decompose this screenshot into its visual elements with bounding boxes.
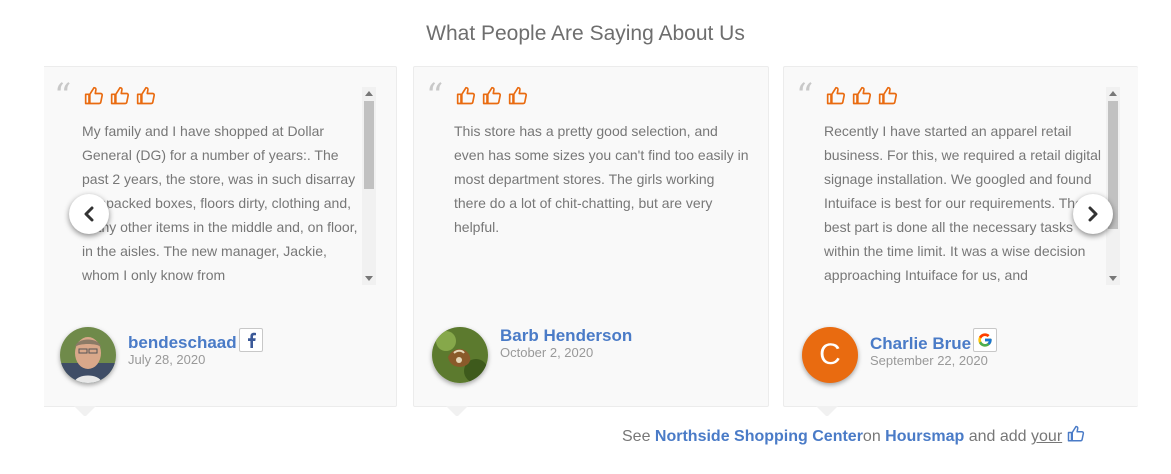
footer-line: See Northside Shopping Centeron Hoursmap… bbox=[622, 425, 1085, 446]
review-text: My family and I have shopped at Dollar G… bbox=[82, 123, 358, 283]
review-scrollbar[interactable] bbox=[1106, 87, 1120, 285]
review-date: September 22, 2020 bbox=[870, 353, 988, 368]
thumbs-up-icon bbox=[826, 86, 846, 105]
thumbs-up-icon bbox=[84, 86, 104, 105]
thumbs-up-icon bbox=[456, 86, 476, 105]
rating-thumbs bbox=[826, 86, 898, 106]
reviewer-name[interactable]: Charlie Brue bbox=[870, 334, 971, 354]
thumbs-up-icon[interactable] bbox=[1067, 425, 1085, 443]
footer-add: and add bbox=[964, 428, 1032, 445]
avatar: C bbox=[802, 327, 858, 383]
rating-thumbs bbox=[84, 86, 156, 106]
reviewer-name[interactable]: bendeschaad bbox=[128, 333, 237, 353]
thumbs-up-icon bbox=[482, 86, 502, 105]
avatar bbox=[432, 327, 488, 383]
scroll-down-icon[interactable] bbox=[365, 276, 373, 281]
hoursmap-link[interactable]: Hoursmap bbox=[885, 428, 964, 445]
place-link[interactable]: Northside Shopping Center bbox=[655, 428, 863, 445]
avatar bbox=[60, 327, 116, 383]
review-date: October 2, 2020 bbox=[500, 345, 594, 360]
review-card: “ This store has a pretty good selection… bbox=[413, 66, 769, 416]
chevron-left-icon bbox=[84, 206, 94, 222]
review-date: July 28, 2020 bbox=[128, 352, 206, 367]
footer-on: on bbox=[862, 428, 886, 445]
scroll-up-icon[interactable] bbox=[1109, 91, 1117, 96]
thumbs-up-icon bbox=[852, 86, 872, 105]
reviewer-name[interactable]: Barb Henderson bbox=[500, 326, 632, 346]
rating-thumbs bbox=[456, 86, 528, 106]
scrollbar-thumb[interactable] bbox=[364, 101, 374, 189]
add-review-link[interactable]: your bbox=[1031, 428, 1062, 445]
thumbs-up-icon bbox=[878, 86, 898, 105]
prev-button[interactable] bbox=[69, 194, 109, 234]
footer-see: See bbox=[622, 428, 655, 445]
scroll-down-icon[interactable] bbox=[1109, 276, 1117, 281]
quote-icon: “ bbox=[796, 76, 813, 116]
quote-icon: “ bbox=[54, 76, 71, 116]
quote-icon: “ bbox=[426, 76, 443, 116]
section-heading: What People Are Saying About Us bbox=[426, 22, 745, 45]
review-text: This store has a pretty good selection, … bbox=[454, 123, 749, 235]
thumbs-up-icon bbox=[110, 86, 130, 105]
next-button[interactable] bbox=[1073, 194, 1113, 234]
review-card: “ Recently I have started an apparel ret… bbox=[783, 66, 1138, 416]
reviews-carousel: “ My family and I have shopped at Dollar… bbox=[44, 66, 1138, 416]
review-card: “ My family and I have shopped at Dollar… bbox=[44, 66, 397, 416]
thumbs-up-icon bbox=[508, 86, 528, 105]
facebook-icon[interactable] bbox=[239, 328, 263, 352]
review-scrollbar[interactable] bbox=[362, 87, 376, 285]
thumbs-up-icon bbox=[136, 86, 156, 105]
scroll-up-icon[interactable] bbox=[365, 91, 373, 96]
google-icon[interactable] bbox=[973, 328, 997, 352]
review-text: Recently I have started an apparel retai… bbox=[824, 123, 1102, 283]
chevron-right-icon bbox=[1088, 206, 1098, 222]
